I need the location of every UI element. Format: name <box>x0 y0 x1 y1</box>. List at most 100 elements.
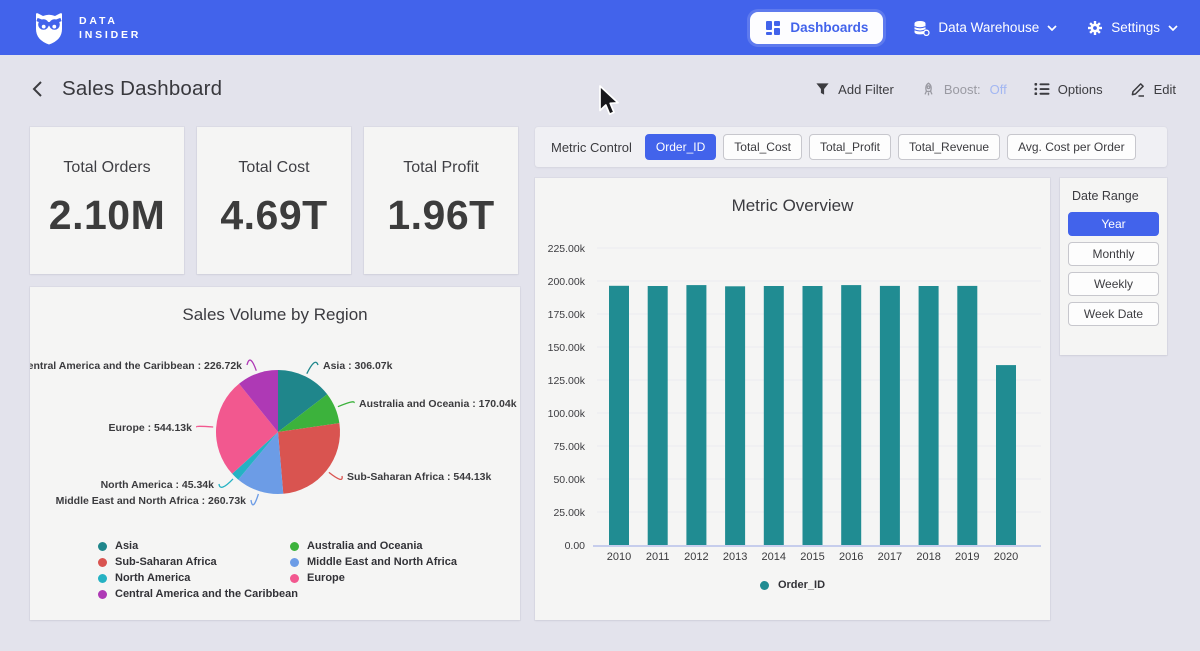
boost-toggle[interactable]: Boost: Off <box>921 82 1007 97</box>
y-tick-label: 150.00k <box>548 342 586 354</box>
bar-2012[interactable] <box>686 285 706 545</box>
list-options-icon <box>1034 82 1050 96</box>
y-tick-label: 25.00k <box>553 507 585 519</box>
pie-legend-item-middle-east-and-north-africa[interactable]: Middle East and North Africa <box>290 555 457 569</box>
bar-chart-title: Metric Overview <box>535 196 1050 216</box>
legend-label: Asia <box>115 540 138 552</box>
y-tick-label: 200.00k <box>548 276 586 288</box>
pie-leader-line <box>219 479 233 487</box>
dashboard-grid-icon <box>765 20 781 36</box>
nav-dashboards-label: Dashboards <box>790 20 868 35</box>
pie-label-australia-and-oceania: Australia and Oceania : 170.04k <box>359 398 517 410</box>
options-button[interactable]: Options <box>1034 82 1103 97</box>
add-filter-button[interactable]: Add Filter <box>815 82 894 97</box>
nav-dashboards[interactable]: Dashboards <box>750 12 883 44</box>
brand: DATA INSIDER <box>30 9 141 47</box>
bar-2013[interactable] <box>725 286 745 545</box>
pie-label-north-america: North America : 45.34k <box>101 479 215 491</box>
nav-data-warehouse[interactable]: Data Warehouse <box>913 20 1057 36</box>
pie-legend-item-north-america[interactable]: North America <box>98 571 190 585</box>
pie-legend-item-sub-saharan-africa[interactable]: Sub-Saharan Africa <box>98 555 217 569</box>
bar-2019[interactable] <box>957 286 977 545</box>
pie-legend-item-central-america-and-the-caribbean[interactable]: Central America and the Caribbean <box>98 587 298 601</box>
pie-leader-line <box>338 402 354 407</box>
bar-2018[interactable] <box>919 286 939 545</box>
bar-2010[interactable] <box>609 286 629 545</box>
date-range-panel: Date Range Year Monthly Weekly Week Date <box>1060 178 1167 355</box>
pie-leader-line <box>251 494 258 505</box>
database-icon <box>913 20 930 36</box>
nav-settings-label: Settings <box>1111 20 1160 35</box>
edit-label: Edit <box>1154 82 1176 97</box>
legend-dot <box>98 542 107 551</box>
legend-dot <box>98 558 107 567</box>
owl-logo-icon <box>30 9 68 47</box>
legend-label: Order_ID <box>778 579 825 591</box>
x-tick-label-2015: 2015 <box>800 551 824 563</box>
pie-leader-line <box>329 472 342 479</box>
kpi-card-1: Total Orders2.10M <box>30 127 184 274</box>
metric-button-avg-cost-per-order[interactable]: Avg. Cost per Order <box>1007 134 1136 160</box>
y-tick-label: 75.00k <box>553 441 585 453</box>
kpi-value: 1.96T <box>387 192 494 239</box>
kpi-cards: Total Orders2.10M Total Cost 4.69T Total Pr… <box>30 127 520 274</box>
bar-2014[interactable] <box>764 286 784 545</box>
pie-legend-item-europe[interactable]: Europe <box>290 571 345 585</box>
kpi-label: Total Cost <box>238 159 309 177</box>
page-header-actions: Add Filter Boost: Off <box>815 81 1176 97</box>
legend-dot <box>98 574 107 583</box>
metric-button-total-profit[interactable]: Total_Profit <box>809 134 891 160</box>
pie-chart[interactable]: Asia : 306.07kAustralia and Oceania : 17… <box>30 347 520 533</box>
pie-leader-line <box>247 360 256 371</box>
x-tick-label-2016: 2016 <box>839 551 863 563</box>
chevron-down-icon <box>1168 25 1178 31</box>
x-tick-label-2013: 2013 <box>723 551 747 563</box>
date-range-label: Date Range <box>1072 189 1167 203</box>
back-button[interactable] <box>30 78 45 100</box>
legend-dot <box>290 542 299 551</box>
bar-chart-legend[interactable]: Order_ID <box>535 579 1050 591</box>
date-range-button-weekly[interactable]: Weekly <box>1068 272 1159 296</box>
date-range-button-monthly[interactable]: Monthly <box>1068 242 1159 266</box>
pie-legend-item-asia[interactable]: Asia <box>98 539 138 553</box>
pie-label-middle-east-and-north-africa: Middle East and North Africa : 260.73k <box>56 495 247 507</box>
add-filter-label: Add Filter <box>838 82 894 97</box>
metric-button-total-revenue[interactable]: Total_Revenue <box>898 134 1000 160</box>
metric-control-bar: Metric Control Order_IDTotal_CostTotal_P… <box>535 127 1167 167</box>
bar-2017[interactable] <box>880 286 900 545</box>
date-range-button-week-date[interactable]: Week Date <box>1068 302 1159 326</box>
page-title: Sales Dashboard <box>62 77 222 101</box>
pie-legend-item-australia-and-oceania[interactable]: Australia and Oceania <box>290 539 423 553</box>
metric-button-total-cost[interactable]: Total_Cost <box>723 134 802 160</box>
bar-chart-card: 0.0025.00k50.00k75.00k100.00k125.00k150.… <box>535 178 1050 620</box>
pie-label-central-america-and-the-caribbean: Central America and the Caribbean : 226.… <box>30 360 242 372</box>
pie-label-sub-saharan-africa: Sub-Saharan Africa : 544.13k <box>347 471 491 483</box>
nav-settings[interactable]: Settings <box>1087 20 1178 36</box>
x-tick-label-2012: 2012 <box>684 551 708 563</box>
brand-line2: INSIDER <box>79 28 141 42</box>
chevron-left-icon <box>32 80 43 98</box>
bar-2015[interactable] <box>803 286 823 545</box>
bar-2020[interactable] <box>996 365 1016 545</box>
bar-chart[interactable]: 0.0025.00k50.00k75.00k100.00k125.00k150.… <box>535 178 1050 620</box>
pie-legend: Asia Sub-Saharan Africa North America Centr… <box>30 535 520 605</box>
date-range-button-year[interactable]: Year <box>1068 212 1159 236</box>
kpi-label: Total Profit <box>403 159 479 177</box>
kpi-value: 4.69T <box>220 192 327 239</box>
pencil-icon <box>1130 81 1146 97</box>
legend-label: North America <box>115 572 190 584</box>
x-tick-label-2020: 2020 <box>994 551 1018 563</box>
metric-button-order-id[interactable]: Order_ID <box>645 134 716 160</box>
filter-funnel-icon <box>815 82 830 96</box>
legend-dot <box>290 558 299 567</box>
edit-button[interactable]: Edit <box>1130 81 1176 97</box>
x-tick-label-2017: 2017 <box>878 551 902 563</box>
legend-label: Australia and Oceania <box>307 540 423 552</box>
pie-label-europe: Europe : 544.13k <box>109 422 193 434</box>
topbar: DATA INSIDER Dashboards <box>0 0 1200 55</box>
bar-2011[interactable] <box>648 286 668 545</box>
x-tick-label-2014: 2014 <box>762 551 786 563</box>
bar-2016[interactable] <box>841 285 861 545</box>
pie-slice-sub-saharan-africa[interactable] <box>278 423 340 494</box>
date-range-buttons: Year Monthly Weekly Week Date <box>1060 212 1167 326</box>
